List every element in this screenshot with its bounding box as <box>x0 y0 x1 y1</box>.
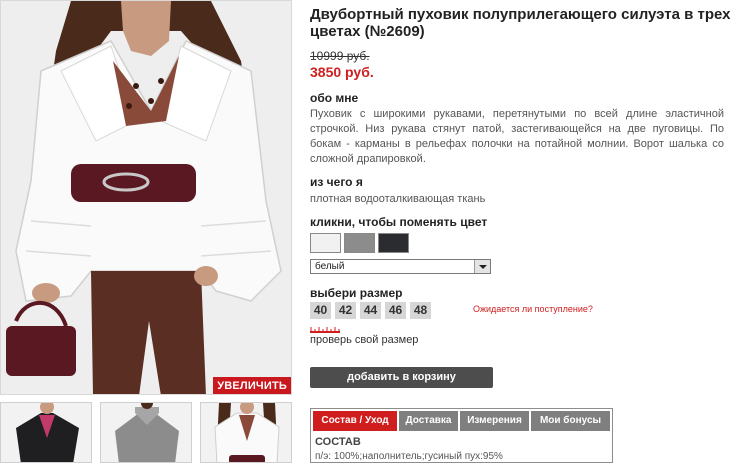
availability-link[interactable]: Ожидается ли поступление? <box>473 304 593 314</box>
material-text: плотная водооталкивающая ткань <box>310 193 486 205</box>
size-option-44[interactable]: 44 <box>360 302 381 319</box>
color-swatch-black[interactable] <box>378 233 409 253</box>
thumbnail-strip <box>0 402 292 463</box>
size-option-46[interactable]: 46 <box>385 302 406 319</box>
ruler-icon <box>310 327 340 333</box>
details-tabs: Состав / Уход Доставка Измерения Мои бон… <box>311 411 612 431</box>
check-size-link[interactable]: проверь свой размер <box>310 334 418 346</box>
thumbnail-grey-image <box>101 403 191 462</box>
thumbnail-black[interactable] <box>0 402 92 463</box>
add-to-cart-button[interactable]: добавить в корзину <box>310 367 493 388</box>
tab-delivery[interactable]: Доставка <box>399 411 458 431</box>
thumbnail-white-image <box>201 403 291 462</box>
product-photo-illustration <box>1 1 291 394</box>
size-option-42[interactable]: 42 <box>335 302 356 319</box>
about-heading: обо мне <box>310 91 359 105</box>
color-heading: кликни, чтобы поменять цвет <box>310 215 488 229</box>
thumbnail-grey[interactable] <box>100 402 192 463</box>
details-tabs-panel: Состав / Уход Доставка Измерения Мои бон… <box>310 408 613 463</box>
tab-content-title: СОСТАВ <box>315 436 361 448</box>
thumbnail-black-image <box>1 403 91 462</box>
product-title: Двубортный пуховик полуприлегающего силу… <box>310 6 731 40</box>
chevron-down-icon[interactable] <box>474 260 490 273</box>
material-heading: из чего я <box>310 175 363 189</box>
main-product-photo[interactable]: УВЕЛИЧИТЬ <box>0 0 292 395</box>
old-price: 10999 руб. <box>310 49 370 63</box>
size-option-48[interactable]: 48 <box>410 302 431 319</box>
about-description: Пуховик с широкими рукавами, перетянутым… <box>310 108 724 165</box>
tab-composition-care[interactable]: Состав / Уход <box>313 411 397 431</box>
zoom-button[interactable]: УВЕЛИЧИТЬ <box>213 377 291 394</box>
color-swatch-grey[interactable] <box>344 233 375 253</box>
color-select-value: белый <box>315 261 345 272</box>
thumbnail-white[interactable] <box>200 402 292 463</box>
color-swatch-white[interactable] <box>310 233 341 253</box>
tab-measurements[interactable]: Измерения <box>460 411 529 431</box>
new-price: 3850 руб. <box>310 64 374 80</box>
size-heading: выбери размер <box>310 286 403 300</box>
tab-my-bonuses[interactable]: Мои бонусы <box>531 411 610 431</box>
tab-content-text: п/э: 100%;наполнитель;гусиный пух:95% <box>315 451 503 462</box>
color-select[interactable]: белый <box>310 259 491 274</box>
size-option-40[interactable]: 40 <box>310 302 331 319</box>
